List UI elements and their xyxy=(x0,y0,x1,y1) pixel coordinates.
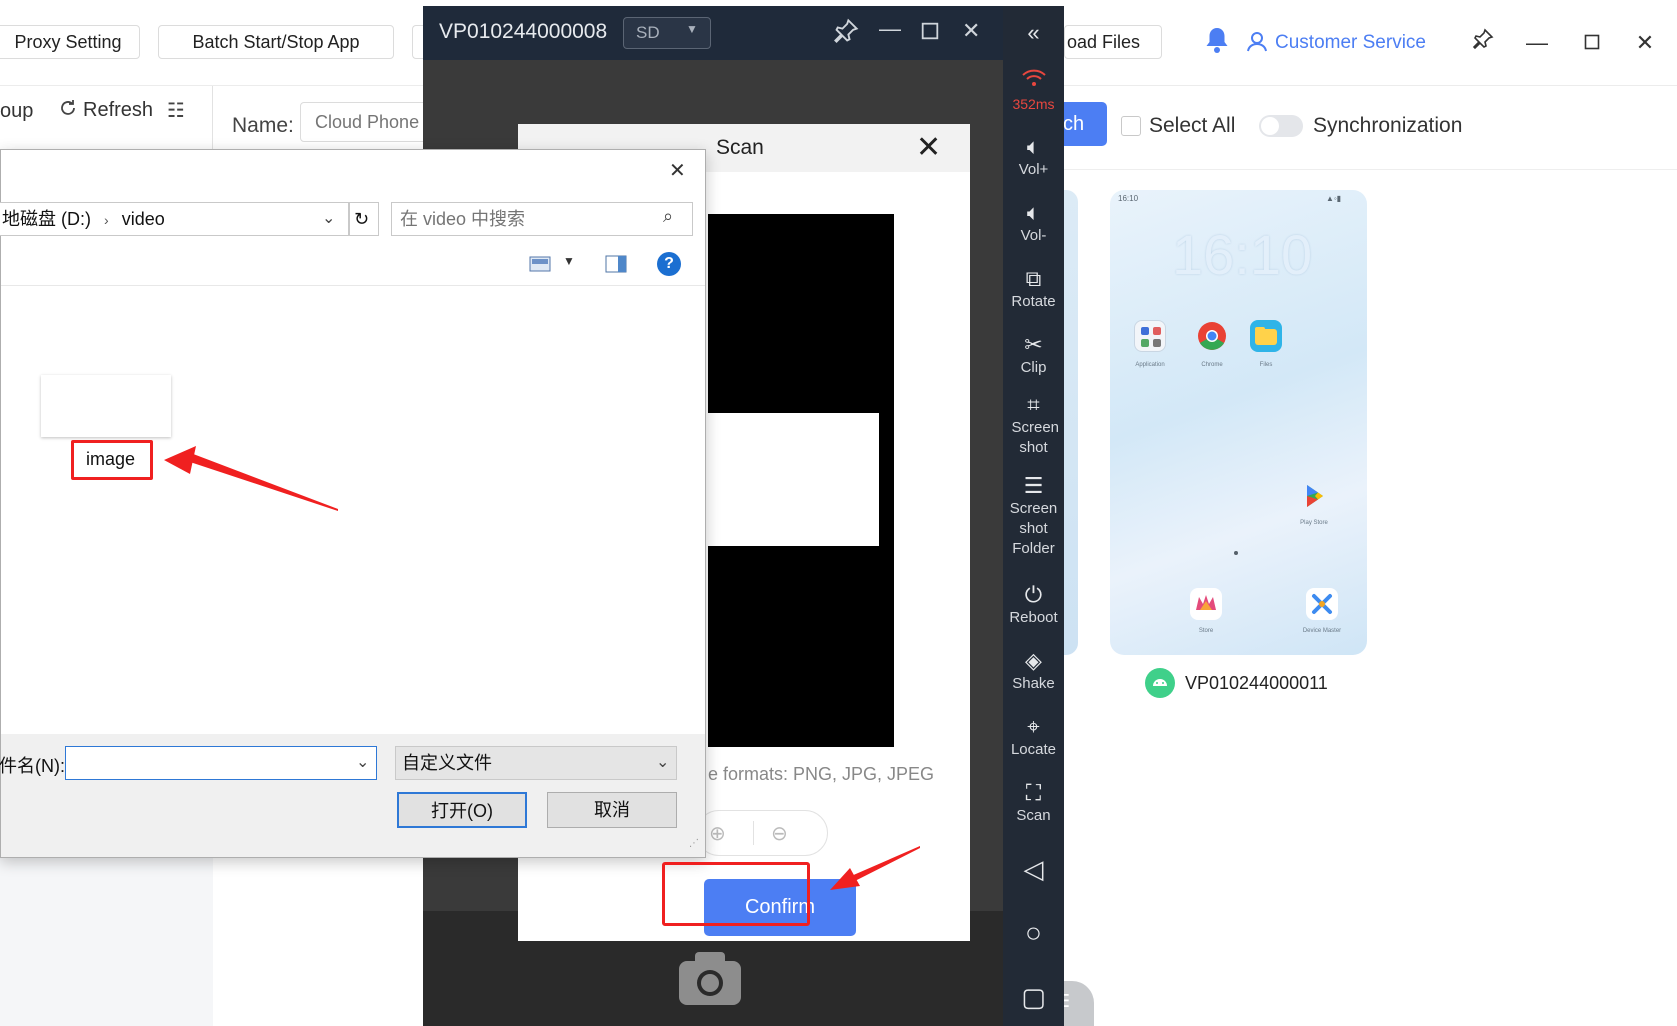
arrow-to-confirm-head xyxy=(830,868,860,890)
arrow-to-file-head xyxy=(164,446,196,474)
arrow-to-file-shaft xyxy=(184,452,338,511)
annotation-arrows xyxy=(164,446,920,890)
